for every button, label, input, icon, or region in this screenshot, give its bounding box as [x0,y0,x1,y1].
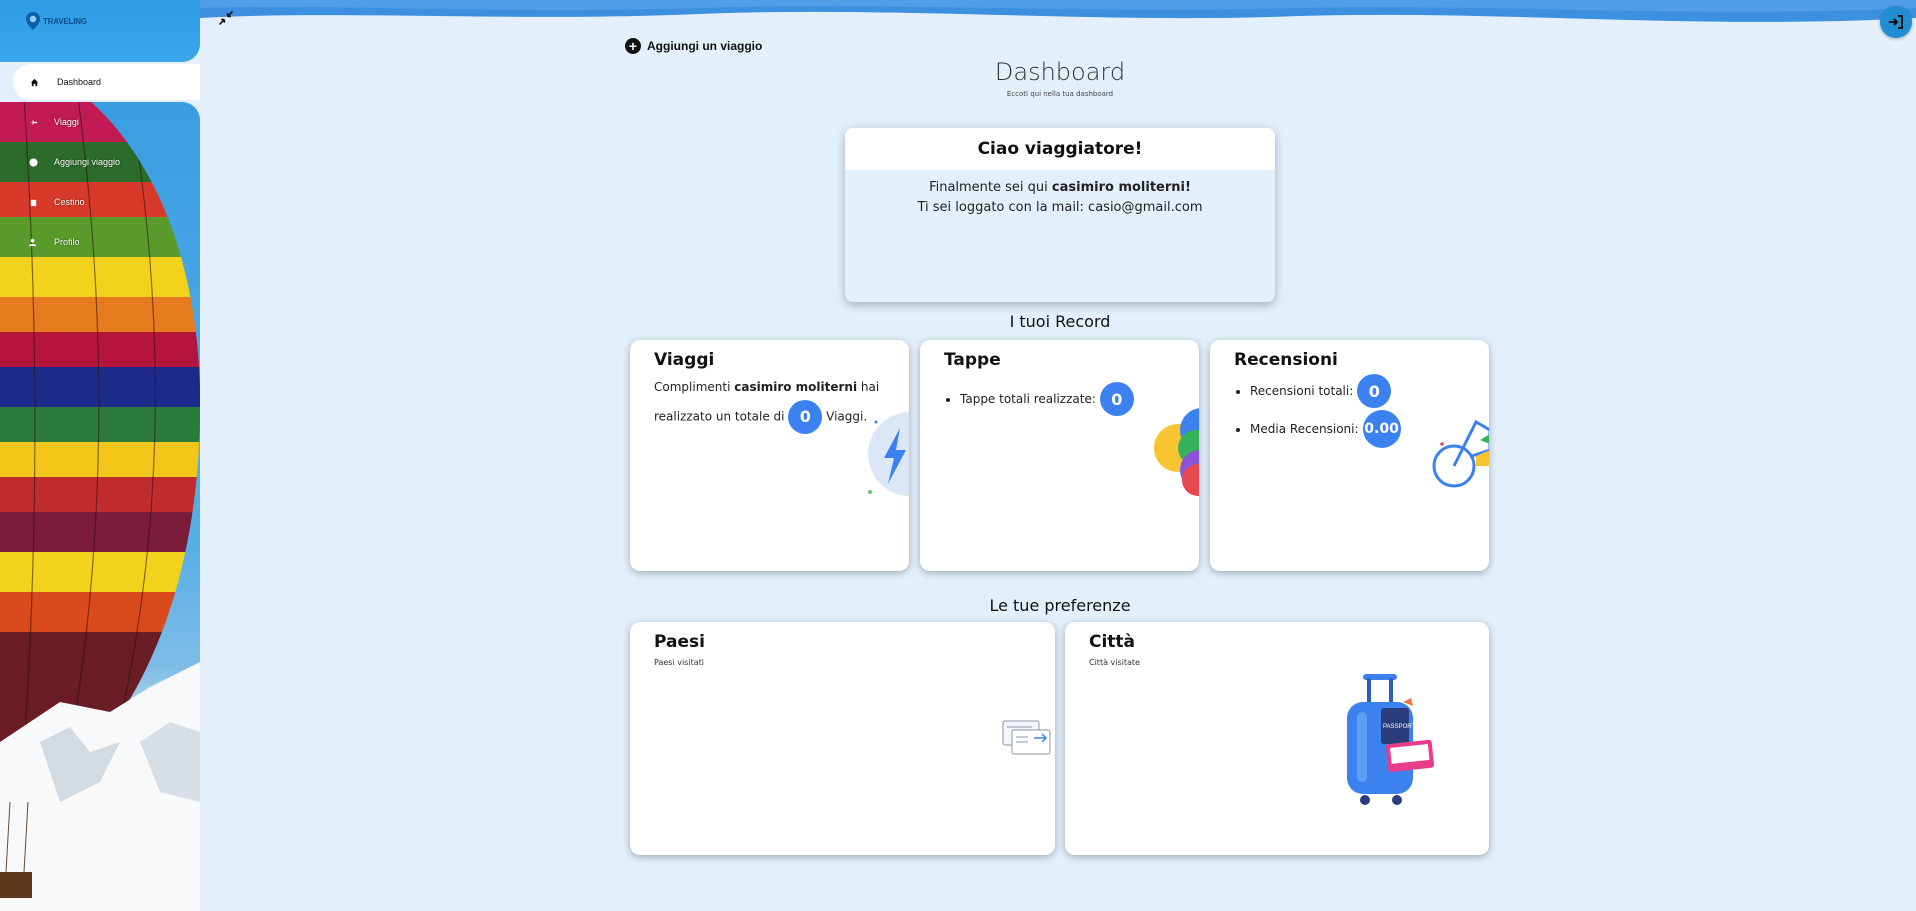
suitcase-illustration: PASSPORT [1347,674,1435,805]
recensioni-avg-label: Media Recensioni: [1250,422,1359,436]
plus-circle-icon: + [625,38,641,54]
user-icon [28,237,38,247]
welcome-prefix: Finalmente sei qui [929,180,1052,195]
location-pin-icon [26,12,40,30]
trash-icon [28,197,38,207]
sidebar-background-image [0,102,200,911]
recensioni-card-title: Recensioni [1234,350,1338,370]
sidebar-item-label: Aggiungi viaggio [54,157,121,167]
plane-icon [28,117,38,127]
welcome-card: Ciao viaggiatore! Finalmente sei qui cas… [845,128,1275,302]
recensioni-total-badge: 0 [1357,374,1392,408]
boarding-pass-icon [1002,720,1051,755]
welcome-line-2: Ti sei loggato con la mail: casio@gmail.… [917,200,1203,215]
viaggi-text-prefix: Complimenti [654,380,735,394]
paesi-card: Paesi Paesi visitati [630,622,1055,855]
collapse-sidebar-button[interactable] [216,8,236,28]
recensioni-total-item: Recensioni totali:0 [1250,374,1401,408]
svg-text:PASSPORT: PASSPORT [1383,724,1415,730]
records-section-title: I tuoi Record [1009,312,1111,331]
paesi-card-title: Paesi [654,632,705,652]
tappe-record-card: Tappe Tappe totali realizzate:0 [920,340,1199,571]
login-button[interactable] [1880,6,1912,38]
welcome-body: Finalmente sei qui casimiro moliterni! T… [845,170,1275,218]
bicycle-illustration [1432,419,1489,488]
page-title: Dashboard [994,58,1126,86]
tappe-card-title: Tappe [944,350,1001,370]
sidebar-item-cestino[interactable]: Cestino [28,194,85,210]
tappe-count-badge: 0 [1099,382,1134,416]
page-subtitle: Eccoti qui nella tua dashboard [1006,90,1114,98]
plus-circle-icon [28,157,38,167]
recensioni-avg-badge: 0.00 [1362,410,1401,448]
sidebar-item-label: Cestino [54,197,85,207]
lightning-illustration [868,412,909,496]
viaggi-user-name: casimiro moliterni [734,380,858,394]
sidebar-item-profilo[interactable]: Profilo [28,234,80,250]
sidebar-item-aggiungi-viaggio[interactable]: Aggiungi viaggio [28,154,120,170]
preferences-section-title: Le tue preferenze [989,596,1131,615]
add-trip-label: Aggiungi un viaggio [647,39,763,53]
sidebar-item-viaggi[interactable]: Viaggi [28,114,79,130]
viaggi-record-card: Viaggi Complimenti casimiro moliterni ha… [630,340,909,571]
sign-in-icon [1889,15,1903,29]
viaggi-card-text: Complimenti casimiro moliterni hai reali… [654,374,884,434]
app-logo[interactable]: TRAVELING [26,12,87,30]
tappe-total-item: Tappe totali realizzate:0 [960,382,1134,416]
paesi-card-subtitle: Paesi visitati [654,658,704,667]
citta-card-subtitle: Città visitate [1089,658,1140,667]
add-trip-button[interactable]: + Aggiungi un viaggio [625,38,762,54]
hot-air-balloon-illustration [0,102,200,911]
tappe-total-label: Tappe totali realizzate: [960,392,1096,406]
recensioni-record-card: Recensioni Recensioni totali:0 Media Rec… [1210,340,1489,571]
citta-card: Città Città visitate PASSPORT [1065,622,1489,855]
recensioni-avg-item: Media Recensioni:0.00 [1250,410,1401,448]
viaggi-card-title: Viaggi [654,350,715,370]
logo-text: TRAVELING [43,16,87,26]
sidebar-header: TRAVELING [0,0,200,62]
recensioni-list: Recensioni totali:0 Media Recensioni:0.0… [1234,374,1401,452]
header-wave-decoration [200,0,1916,22]
welcome-line-1: Finalmente sei qui casimiro moliterni! [845,178,1275,198]
sidebar: TRAVELING Dashboard Viaggi Aggiungi viag… [0,0,200,911]
sidebar-item-label: Viaggi [54,117,79,127]
colorful-circles-illustration [1154,408,1199,496]
welcome-title: Ciao viaggiatore! [845,128,1275,170]
welcome-user-name: casimiro moliterni! [1051,180,1191,195]
viaggi-count-badge: 0 [788,400,823,434]
citta-card-title: Città [1089,632,1136,652]
collapse-arrows-icon [219,11,233,25]
sidebar-item-label: Profilo [54,237,80,247]
tappe-list: Tappe totali realizzate:0 [944,382,1134,420]
recensioni-total-label: Recensioni totali: [1250,384,1354,398]
viaggi-text-suffix: Viaggi. [822,409,868,424]
